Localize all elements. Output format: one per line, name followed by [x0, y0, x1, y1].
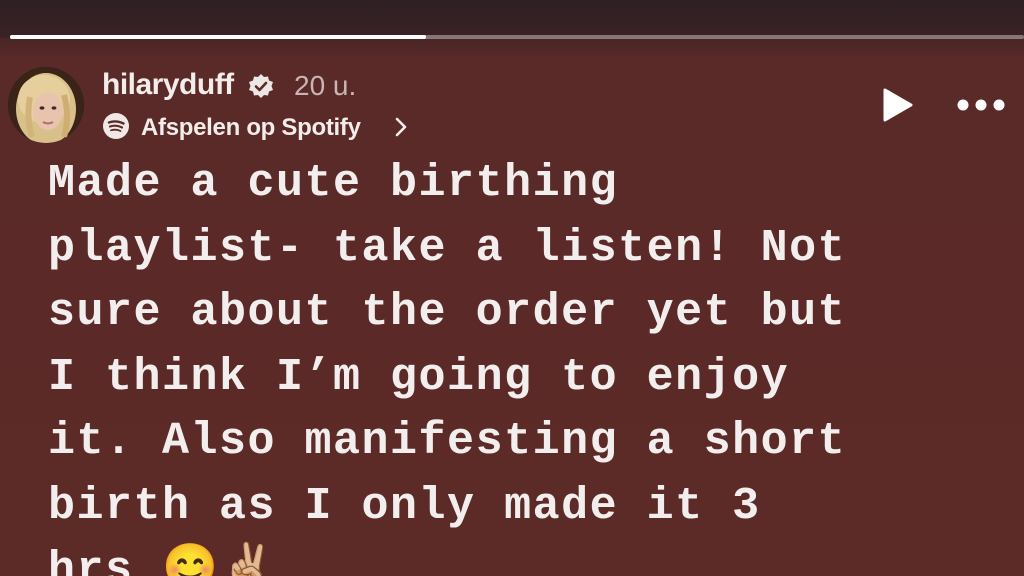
spotify-link[interactable]: Afspelen op Spotify: [141, 114, 361, 142]
story-progress-bar: [10, 35, 1024, 39]
play-icon[interactable]: [878, 86, 916, 124]
caption-line: it. Also manifesting a short: [48, 416, 847, 467]
caption-line: Made a cute birthing: [48, 158, 619, 209]
timestamp: 20 u.: [294, 70, 357, 101]
spotify-icon: [102, 112, 130, 140]
more-options-icon[interactable]: [954, 94, 1008, 116]
story-progress-fill: [10, 35, 426, 39]
caption-line: I think I’m going to enjoy: [48, 351, 790, 403]
caption-line: playlist- take a listen! Not: [48, 222, 847, 274]
top-bar: [0, 0, 1024, 38]
username[interactable]: hilaryduff: [102, 68, 234, 102]
story-caption: Made a cute birthing playlist- take a lis…: [48, 152, 1018, 576]
caption-line: birth as I only made it 3: [48, 480, 761, 532]
caption-line: hrs 😊✌🏼: [48, 545, 278, 576]
caption-line: sure about the order yet but: [48, 287, 847, 338]
avatar[interactable]: [8, 67, 84, 143]
chevron-right-icon[interactable]: [394, 116, 408, 138]
verified-badge-icon: [247, 73, 275, 101]
